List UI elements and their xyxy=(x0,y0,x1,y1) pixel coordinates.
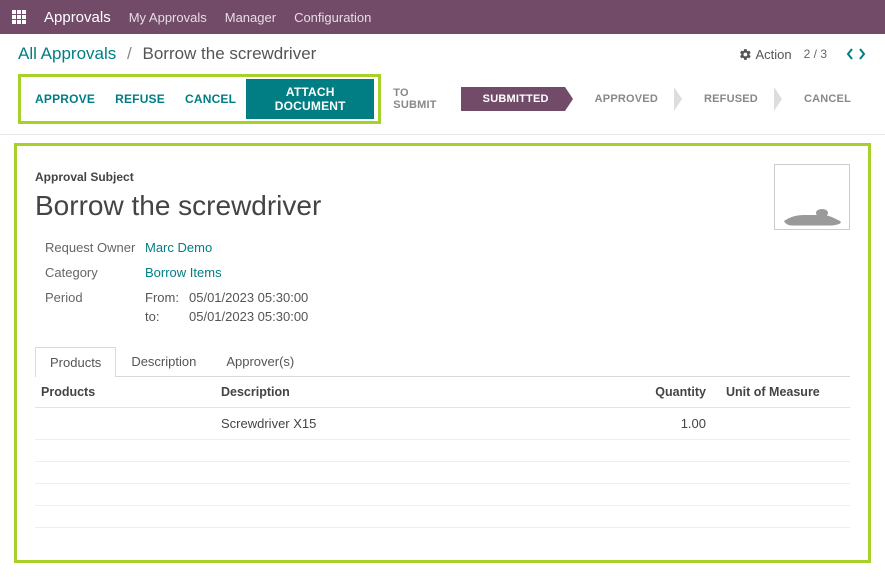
topbar: Approvals My Approvals Manager Configura… xyxy=(0,0,885,34)
action-label: Action xyxy=(756,47,792,62)
nav-my-approvals[interactable]: My Approvals xyxy=(129,10,207,25)
refuse-button[interactable]: REFUSE xyxy=(105,79,175,119)
col-quantity[interactable]: Quantity xyxy=(640,377,720,408)
col-products[interactable]: Products xyxy=(35,377,215,408)
pager-next-icon[interactable] xyxy=(857,48,867,60)
products-table: Products Description Quantity Unit of Me… xyxy=(35,377,850,528)
nav-manager[interactable]: Manager xyxy=(225,10,276,25)
status-to-submit[interactable]: TO SUBMIT xyxy=(381,81,452,117)
pager-position: 2 / 3 xyxy=(804,47,827,61)
header-row: All Approvals / Borrow the screwdriver A… xyxy=(0,34,885,70)
table-row[interactable] xyxy=(35,484,850,506)
status-approved[interactable]: APPROVED xyxy=(573,87,674,111)
period-label: Period xyxy=(45,290,145,328)
col-uom[interactable]: Unit of Measure xyxy=(720,377,850,408)
tab-products[interactable]: Products xyxy=(35,347,116,377)
tab-approvers[interactable]: Approver(s) xyxy=(211,346,309,376)
owner-label: Request Owner xyxy=(45,240,145,255)
table-row[interactable] xyxy=(35,462,850,484)
action-buttons-highlight: APPROVE REFUSE CANCEL ATTACH DOCUMENT xyxy=(18,74,381,124)
app-title: Approvals xyxy=(44,9,111,26)
hand-icon xyxy=(782,199,842,229)
period-to-value: 05/01/2023 05:30:00 xyxy=(189,309,308,324)
breadcrumb: All Approvals / Borrow the screwdriver xyxy=(18,44,316,64)
period-to-label: to: xyxy=(145,309,181,324)
period-from-value: 05/01/2023 05:30:00 xyxy=(189,290,308,305)
status-cancel[interactable]: CANCEL xyxy=(782,87,867,111)
action-dropdown[interactable]: Action xyxy=(739,47,792,62)
cell-qty: 1.00 xyxy=(640,408,720,440)
tabs: Products Description Approver(s) xyxy=(35,346,850,377)
period-from-label: From: xyxy=(145,290,181,305)
cancel-button[interactable]: CANCEL xyxy=(175,79,246,119)
owner-link[interactable]: Marc Demo xyxy=(145,240,212,255)
form-sheet: Approval Subject Borrow the screwdriver … xyxy=(14,143,871,563)
breadcrumb-sep: / xyxy=(121,44,138,63)
table-row[interactable] xyxy=(35,440,850,462)
subject-label: Approval Subject xyxy=(35,170,850,184)
tab-description[interactable]: Description xyxy=(116,346,211,376)
breadcrumb-current: Borrow the screwdriver xyxy=(142,44,316,63)
gear-icon xyxy=(739,48,752,61)
table-row[interactable]: Screwdriver X15 1.00 xyxy=(35,408,850,440)
apps-grid-icon[interactable] xyxy=(12,10,26,24)
col-description[interactable]: Description xyxy=(215,377,640,408)
cell-product xyxy=(35,408,215,440)
category-label: Category xyxy=(45,265,145,280)
category-link[interactable]: Borrow Items xyxy=(145,265,222,280)
cell-uom xyxy=(720,408,850,440)
table-row[interactable] xyxy=(35,506,850,528)
toolbar-row: APPROVE REFUSE CANCEL ATTACH DOCUMENT TO… xyxy=(0,70,885,135)
status-refused[interactable]: REFUSED xyxy=(682,87,774,111)
approval-image-box[interactable] xyxy=(774,164,850,230)
subject-title: Borrow the screwdriver xyxy=(35,190,850,222)
pager-prev-icon[interactable] xyxy=(845,48,855,60)
cell-desc: Screwdriver X15 xyxy=(215,408,640,440)
status-bar: TO SUBMIT SUBMITTED APPROVED REFUSED CAN… xyxy=(381,81,867,117)
nav-configuration[interactable]: Configuration xyxy=(294,10,371,25)
breadcrumb-root[interactable]: All Approvals xyxy=(18,44,116,63)
approve-button[interactable]: APPROVE xyxy=(25,79,105,119)
status-submitted[interactable]: SUBMITTED xyxy=(461,87,565,111)
attach-document-button[interactable]: ATTACH DOCUMENT xyxy=(246,79,374,119)
